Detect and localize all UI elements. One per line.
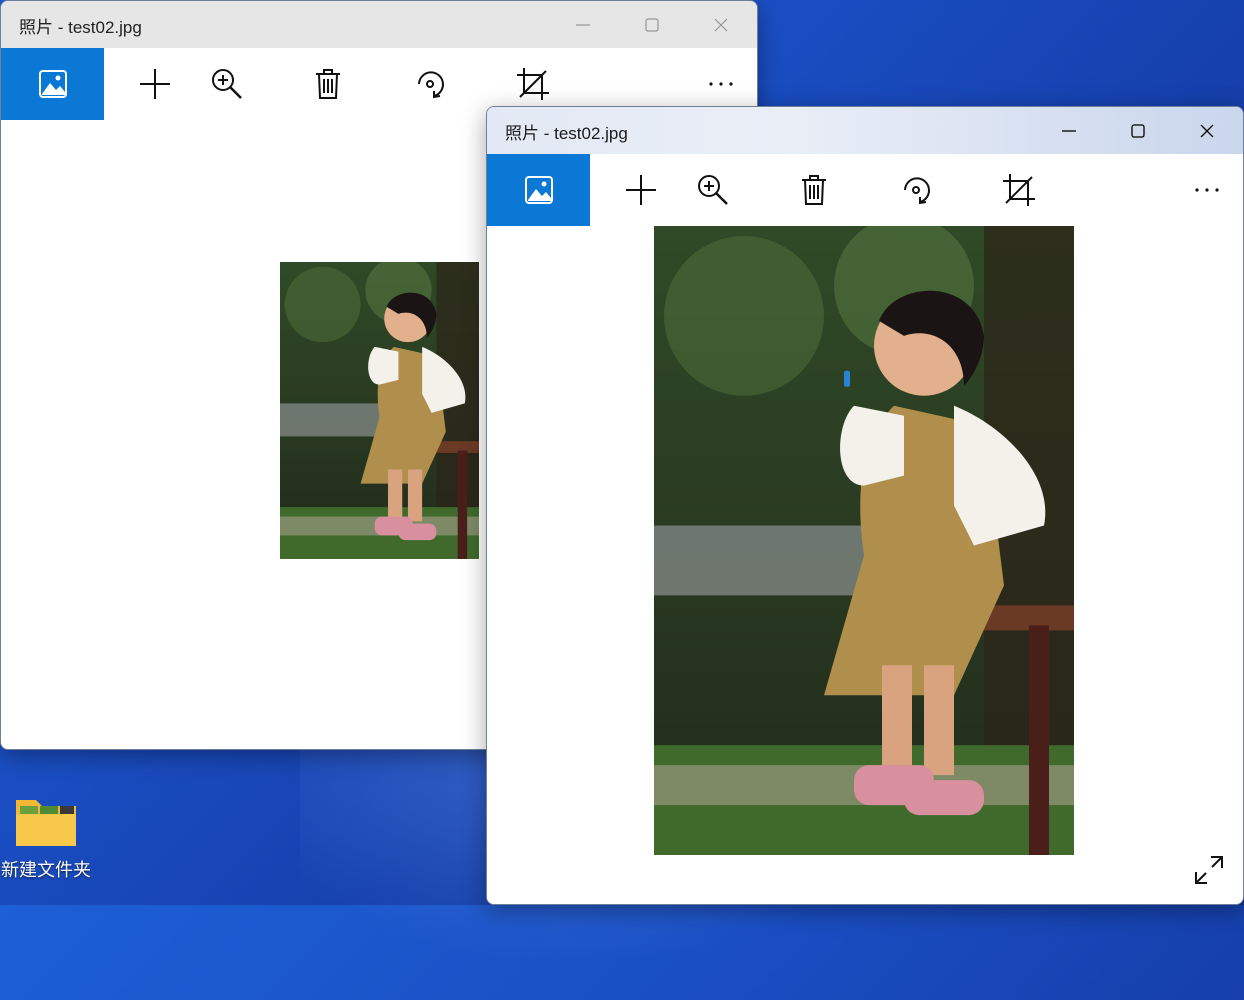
photo [280,262,479,559]
delete-icon [802,175,826,205]
image-icon [524,176,553,204]
zoom-in-icon [698,175,728,205]
close-button[interactable] [1173,107,1241,154]
folder-icon [14,792,78,848]
collection-button[interactable] [487,154,590,226]
more-icon [1195,188,1219,192]
rotate-button[interactable] [887,154,947,226]
maximize-icon [645,17,659,32]
minimize-icon [1062,129,1076,132]
photo [654,226,1074,855]
delete-icon [316,69,340,99]
title-bar[interactable]: 照片 - test02.jpg [1,1,757,48]
rotate-icon [904,177,930,205]
window-title: 照片 - test02.jpg [505,124,628,143]
collection-button[interactable] [1,48,104,120]
add-button[interactable] [611,154,671,226]
zoom-in-button[interactable] [197,48,257,120]
minimize-button[interactable] [549,1,617,48]
photos-window-active[interactable]: 照片 - test02.jpg [486,106,1244,905]
desktop-folder[interactable]: 新建文件夹 [0,792,92,882]
toolbar [487,154,1243,226]
rotate-icon [418,71,444,99]
crop-icon [1003,174,1035,206]
expand-button[interactable] [1193,854,1225,886]
expand-icon [1195,856,1223,884]
minimize-button[interactable] [1035,107,1103,154]
delete-button[interactable] [298,48,358,120]
desktop-folder-label: 新建文件夹 [1,860,91,880]
window-title: 照片 - test02.jpg [19,18,142,37]
maximize-button[interactable] [618,1,686,48]
image-viewer[interactable] [487,226,1243,904]
add-button[interactable] [125,48,185,120]
delete-button[interactable] [784,154,844,226]
more-icon [709,82,733,86]
maximize-icon [1131,123,1145,138]
add-icon [140,69,170,99]
zoom-in-icon [212,69,242,99]
close-icon [714,18,728,31]
crop-icon [517,68,549,100]
zoom-in-button[interactable] [683,154,743,226]
close-icon [1200,124,1214,137]
add-icon [626,175,656,205]
image-icon [38,70,67,98]
more-button[interactable] [1177,154,1237,226]
close-button[interactable] [687,1,755,48]
crop-button[interactable] [989,154,1049,226]
maximize-button[interactable] [1104,107,1172,154]
photo-image [654,226,1074,855]
rotate-button[interactable] [401,48,461,120]
photo-image [280,262,479,559]
minimize-icon [576,23,590,26]
title-bar[interactable]: 照片 - test02.jpg [487,107,1243,154]
